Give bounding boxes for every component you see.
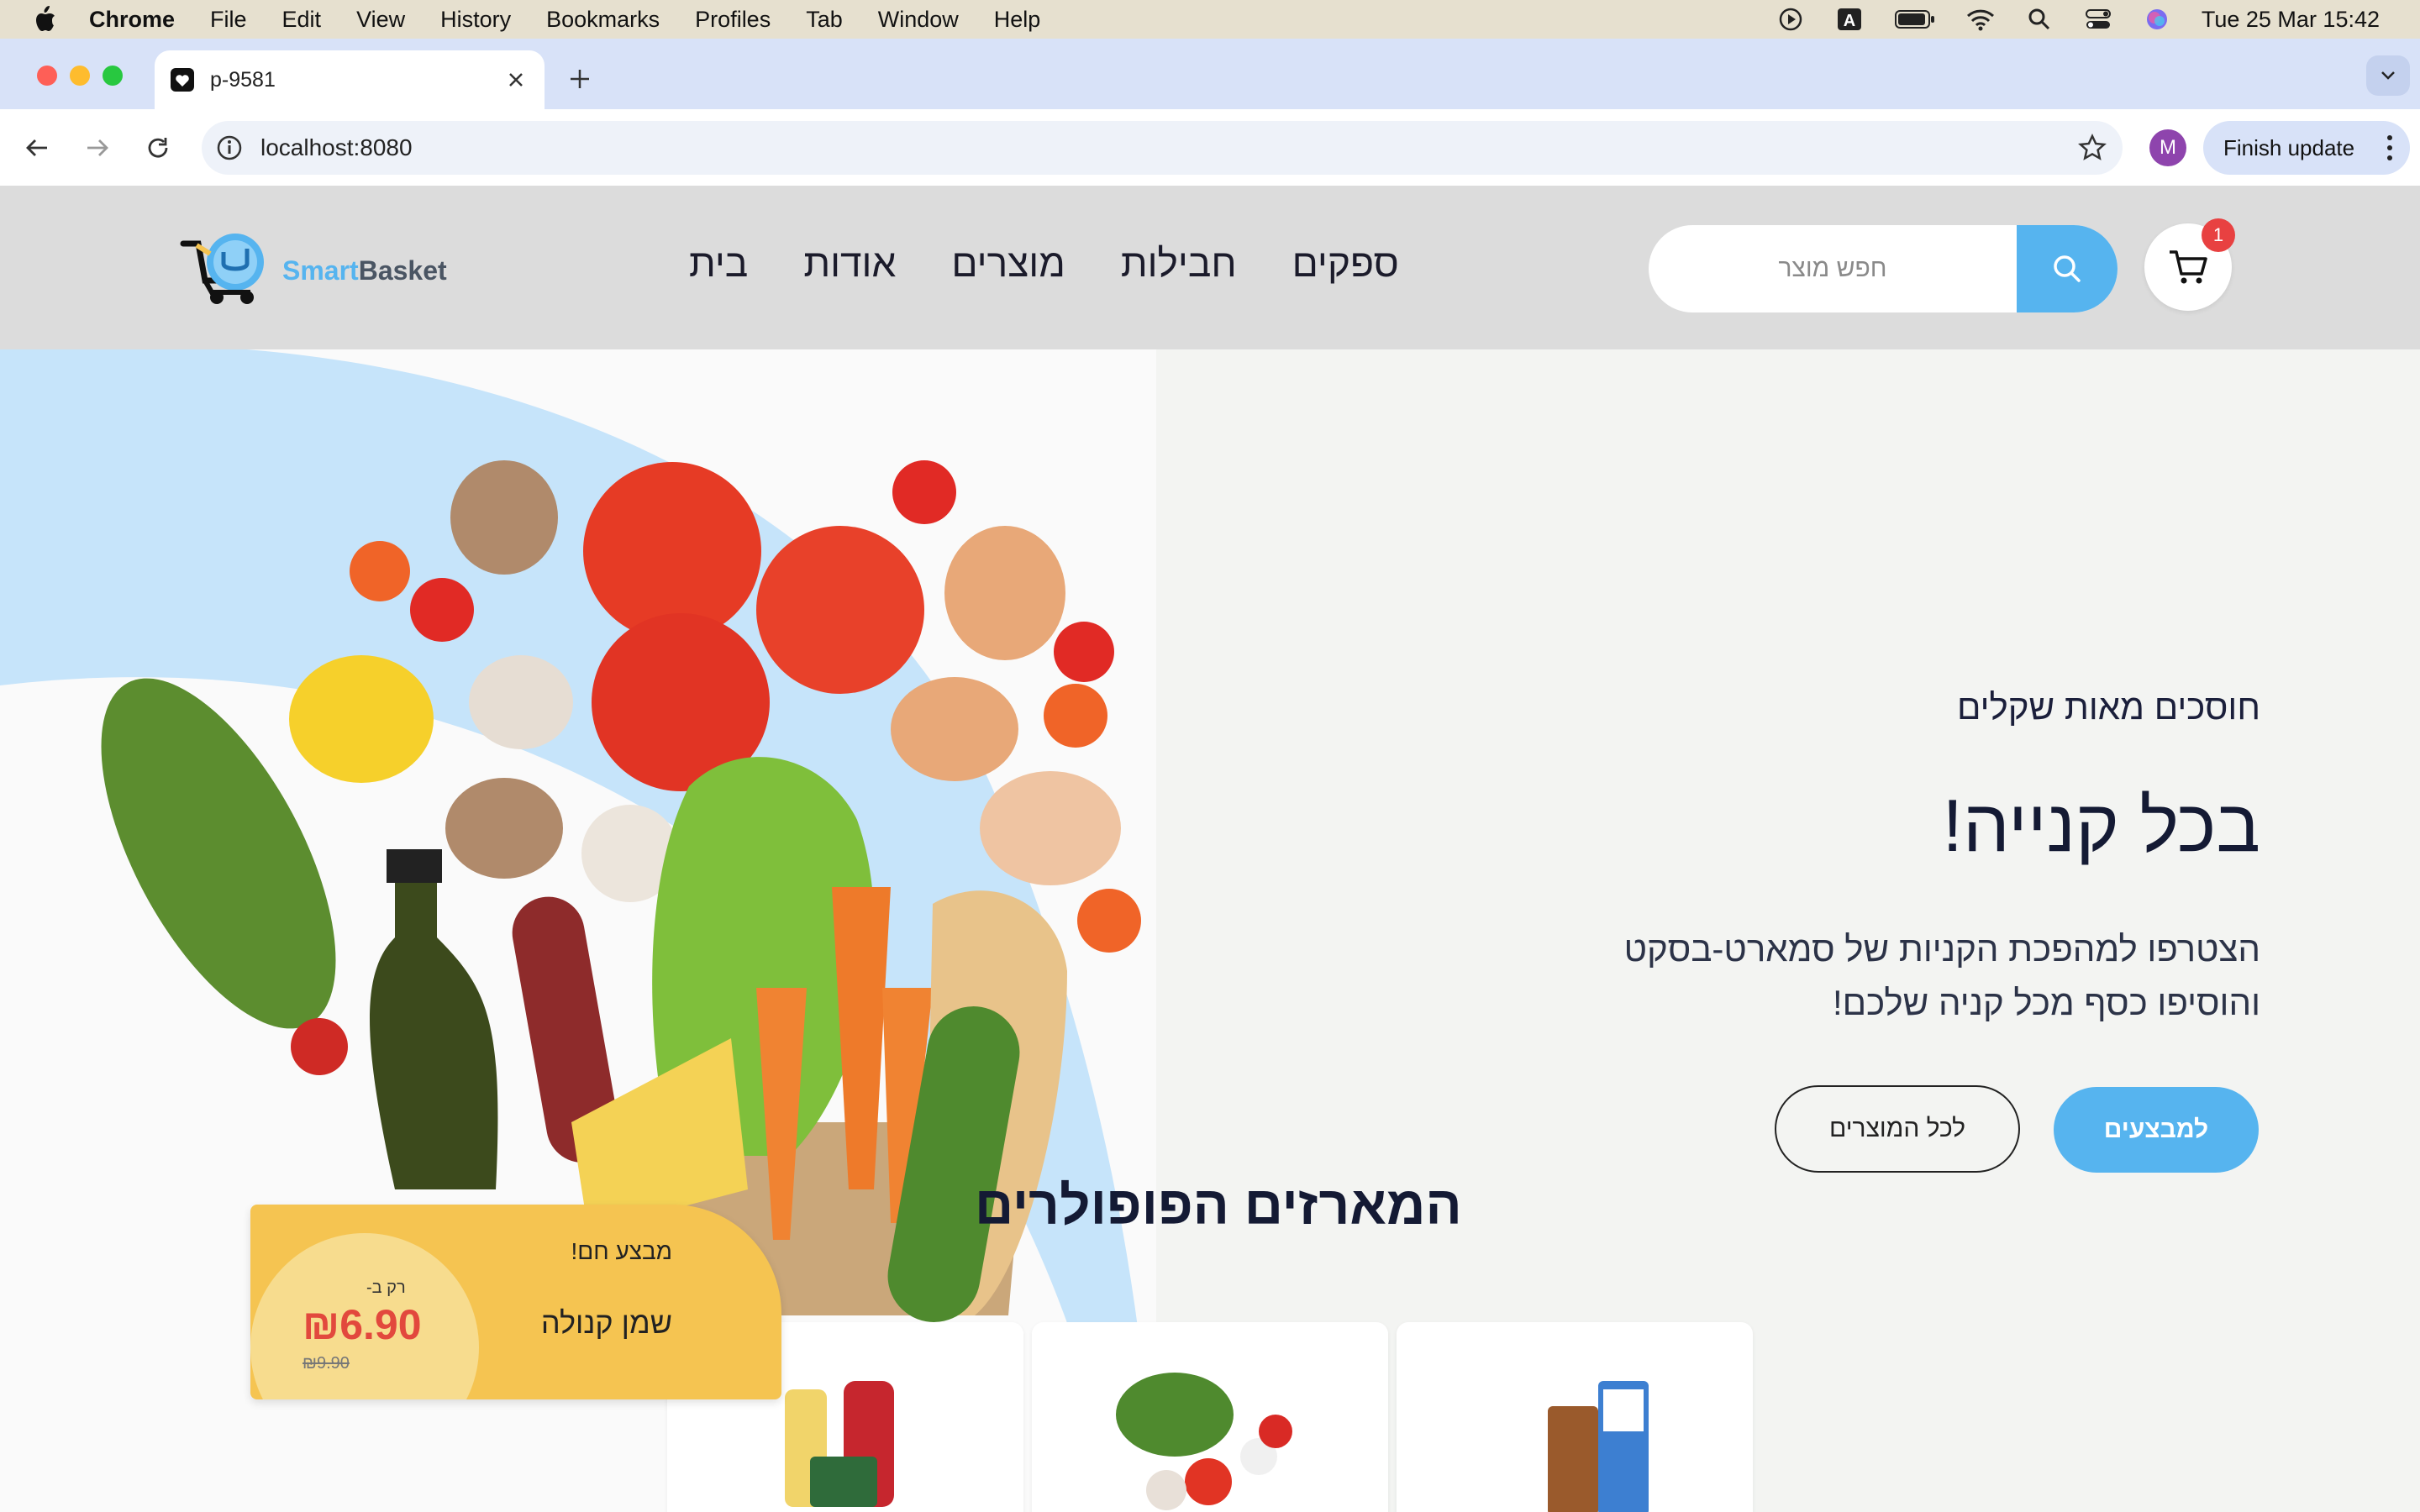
finish-update-label: Finish update xyxy=(2223,134,2355,160)
apple-icon[interactable] xyxy=(32,5,57,34)
bookmark-star-icon[interactable] xyxy=(2077,133,2107,163)
window-minimize-button[interactable] xyxy=(70,66,90,86)
hot-deal-card[interactable]: מבצע חם! שמן קנולה רק ב- ₪6.90 ₪9.90 xyxy=(250,1205,781,1399)
hero-desc-line-1: הצטרפו למהפכת הקניות של סמארט-בסקט xyxy=(1623,929,2260,969)
back-arrow-icon[interactable] xyxy=(17,128,57,168)
menu-view[interactable]: View xyxy=(356,7,405,33)
nav-packages[interactable]: חבילות xyxy=(1121,240,1237,286)
heart-favicon-icon xyxy=(171,68,194,92)
search-button[interactable] xyxy=(2017,225,2118,312)
site-header: SmartBasket בית אודות מוצרים חבילות ספקי… xyxy=(0,186,2420,349)
svg-text:A: A xyxy=(1844,12,1855,30)
shopping-cart-logo-icon xyxy=(180,234,264,304)
deal-product-name: שמן קנולה xyxy=(540,1305,672,1340)
reload-icon[interactable] xyxy=(138,128,178,168)
nav-about[interactable]: אודות xyxy=(803,240,896,286)
wifi-icon[interactable] xyxy=(1966,7,1995,32)
tab-search-chevron-icon[interactable] xyxy=(2366,55,2410,96)
browser-tab-active[interactable]: p-9581 xyxy=(155,50,544,109)
siri-icon[interactable] xyxy=(2143,7,2171,32)
main-nav: בית אודות מוצרים חבילות ספקים xyxy=(689,240,1399,286)
control-center-icon[interactable] xyxy=(2084,7,2112,32)
deal-only-label: רק ב- xyxy=(366,1278,406,1297)
battery-icon[interactable] xyxy=(1894,7,1936,32)
forward-arrow-icon[interactable] xyxy=(77,128,118,168)
browser-tabstrip: p-9581 xyxy=(0,39,2420,109)
cart-icon xyxy=(2170,250,2207,284)
package-card[interactable] xyxy=(1032,1322,1388,1512)
finish-update-button[interactable]: Finish update xyxy=(2203,121,2410,175)
search-input[interactable] xyxy=(1649,225,2017,312)
window-close-button[interactable] xyxy=(37,66,57,86)
deal-label: מבצע חם! xyxy=(571,1238,672,1264)
menu-tab[interactable]: Tab xyxy=(806,7,843,33)
play-status-icon[interactable] xyxy=(1776,7,1805,32)
product-search xyxy=(1649,225,2118,312)
deal-old-price: ₪9.90 xyxy=(302,1354,350,1373)
nav-products[interactable]: מוצרים xyxy=(951,240,1065,286)
menu-edit[interactable]: Edit xyxy=(282,7,322,33)
vegetables-package-image xyxy=(1116,1373,1292,1510)
menu-bookmarks[interactable]: Bookmarks xyxy=(546,7,660,33)
browser-toolbar: localhost:8080 M Finish update xyxy=(0,109,2420,186)
menu-file[interactable]: File xyxy=(210,7,247,33)
hero-desc-line-2: והוסיפו כסף מכל קניה שלכם! xyxy=(1833,983,2260,1022)
brand-basket: Basket xyxy=(358,255,447,286)
menu-profiles[interactable]: Profiles xyxy=(695,7,771,33)
site-logo[interactable]: SmartBasket xyxy=(180,227,447,314)
spotlight-search-icon[interactable] xyxy=(2025,7,2054,32)
cart-count-badge: 1 xyxy=(2202,218,2235,252)
new-tab-icon[interactable] xyxy=(563,62,597,96)
profile-avatar[interactable]: M xyxy=(2149,129,2186,166)
site-info-icon[interactable] xyxy=(215,134,244,162)
more-vertical-icon[interactable] xyxy=(2385,133,2395,163)
menu-app-name[interactable]: Chrome xyxy=(89,7,175,33)
input-source-icon[interactable]: A xyxy=(1835,7,1864,32)
menubar-clock[interactable]: Tue 25 Mar 15:42 xyxy=(2202,7,2380,33)
tab-title: p-9581 xyxy=(210,67,276,92)
popular-packages-title: המארזים הפופולרים xyxy=(975,1175,1462,1236)
deal-price: ₪6.90 xyxy=(302,1301,422,1348)
breakfast-package-image xyxy=(1548,1381,1649,1512)
url-text[interactable]: localhost:8080 xyxy=(260,134,413,161)
brand-name: SmartBasket xyxy=(282,255,447,286)
hero-title: בכל קנייה! xyxy=(1942,784,2260,867)
package-card[interactable] xyxy=(1397,1322,1753,1512)
macos-menubar: Chrome File Edit View History Bookmarks … xyxy=(0,0,2420,39)
menu-help[interactable]: Help xyxy=(994,7,1041,33)
all-products-button[interactable]: לכל המוצרים xyxy=(1775,1085,2020,1173)
tab-close-icon[interactable] xyxy=(502,66,529,93)
nav-home[interactable]: בית xyxy=(689,240,748,286)
window-zoom-button[interactable] xyxy=(103,66,123,86)
brand-smart: Smart xyxy=(282,255,359,286)
search-icon xyxy=(2054,255,2081,282)
nav-suppliers[interactable]: ספקים xyxy=(1292,240,1399,286)
hero-kicker: חוסכים מאות שקלים xyxy=(1956,687,2260,727)
menu-history[interactable]: History xyxy=(440,7,511,33)
menu-window[interactable]: Window xyxy=(878,7,959,33)
web-page: SmartBasket בית אודות מוצרים חבילות ספקי… xyxy=(0,186,2420,1512)
address-bar[interactable]: localhost:8080 xyxy=(202,121,2123,175)
hero-description: הצטרפו למהפכת הקניות של סמארט-בסקט והוסי… xyxy=(1504,922,2260,1030)
deals-button[interactable]: למבצעים xyxy=(2054,1087,2259,1173)
